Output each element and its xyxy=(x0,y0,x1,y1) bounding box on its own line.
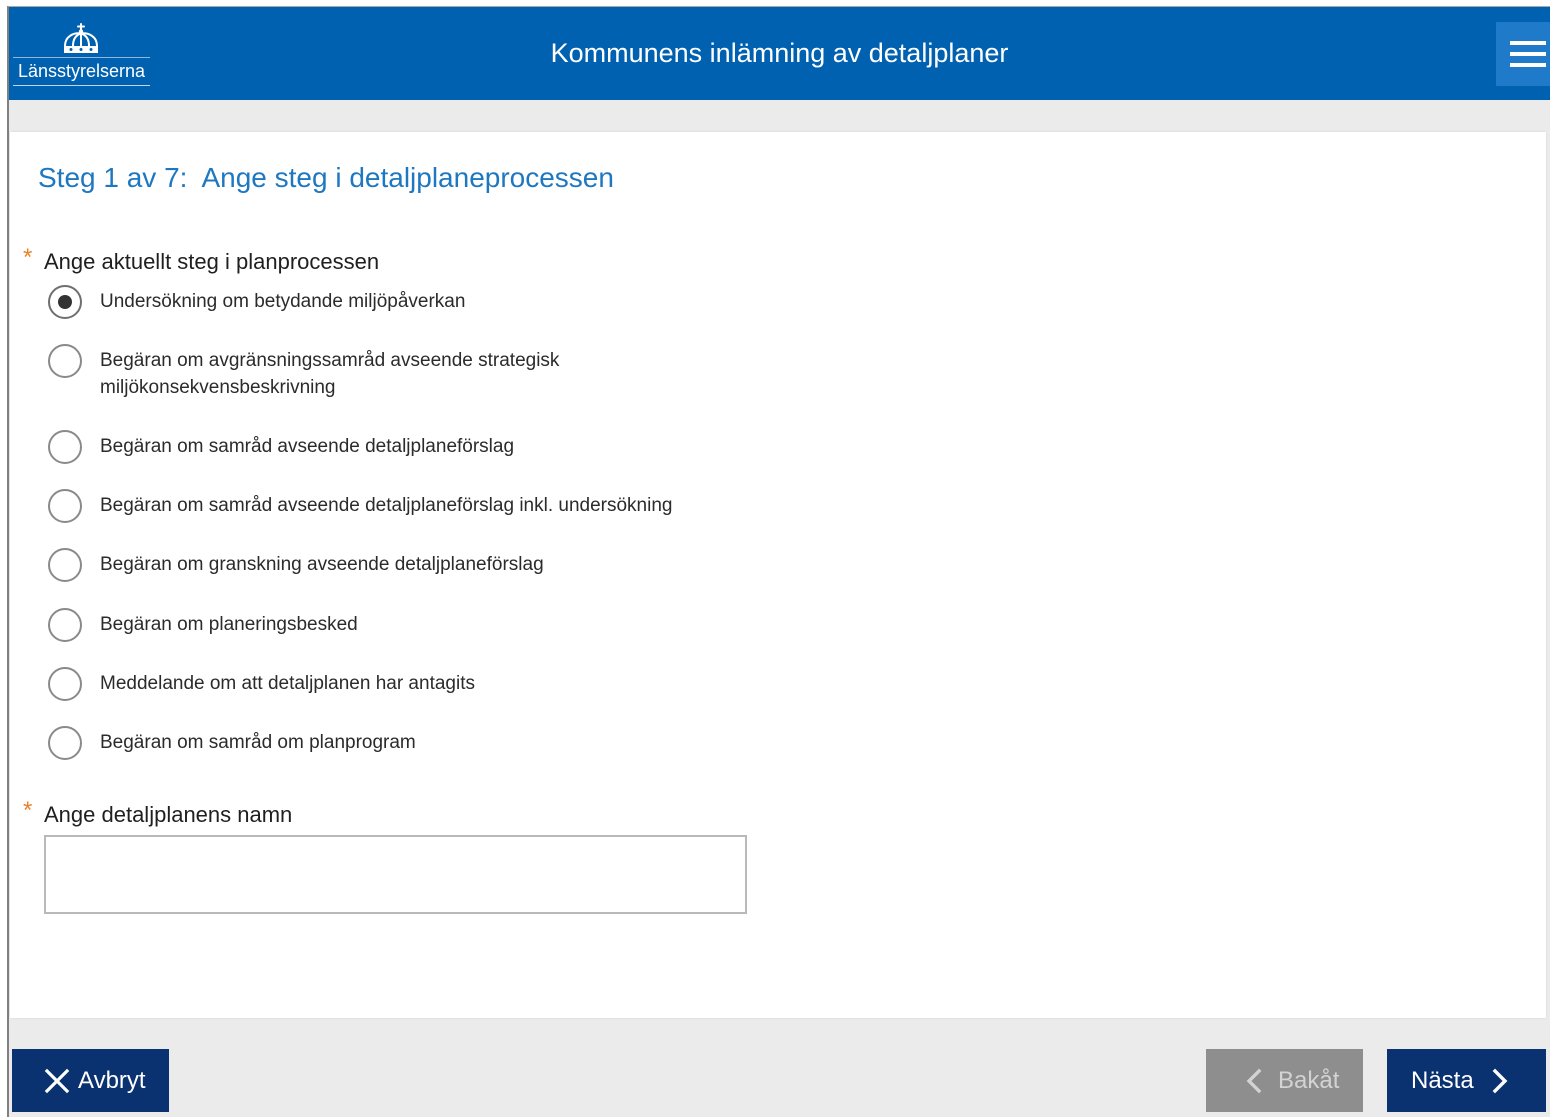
chevron-right-icon xyxy=(1492,1068,1508,1093)
radio-button[interactable] xyxy=(48,344,82,378)
required-marker: * xyxy=(23,244,33,271)
next-button-label: Nästa xyxy=(1411,1066,1474,1094)
chevron-left-icon xyxy=(1246,1068,1262,1093)
plan-name-label: Ange detaljplanens namn xyxy=(44,802,293,827)
radio-option-label[interactable]: Begäran om avgränsningssamråd avseende s… xyxy=(100,344,710,401)
radio-option-label[interactable]: Meddelande om att detaljplanen har antag… xyxy=(100,667,475,697)
app-header: Länsstyrelserna Kommunens inlämning av d… xyxy=(9,7,1550,100)
radio-option-label[interactable]: Begäran om samråd avseende detaljplanefö… xyxy=(100,489,672,519)
radio-button[interactable] xyxy=(48,667,82,701)
radio-button[interactable] xyxy=(48,285,82,319)
radio-button[interactable] xyxy=(48,608,82,642)
menu-bar xyxy=(1510,63,1546,67)
plan-name-input[interactable] xyxy=(44,835,747,914)
menu-bar xyxy=(1510,52,1546,56)
process-step-label: Ange aktuellt steg i planprocessen xyxy=(44,249,380,274)
next-button[interactable]: Nästa xyxy=(1387,1049,1546,1112)
radio-button[interactable] xyxy=(48,489,82,523)
radio-option-label[interactable]: Begäran om samråd om planprogram xyxy=(100,726,416,756)
step-heading: Steg 1 av 7: Ange steg i detaljplaneproc… xyxy=(38,162,614,193)
back-button-label: Bakåt xyxy=(1278,1066,1340,1094)
menu-bar xyxy=(1510,41,1546,45)
radio-option[interactable]: Undersökning om betydande miljöpåverkan xyxy=(48,285,465,319)
cancel-button[interactable]: Avbryt xyxy=(12,1049,169,1112)
radio-option-label[interactable]: Begäran om samråd avseende detaljplanefö… xyxy=(100,430,514,460)
radio-button[interactable] xyxy=(48,430,82,464)
close-icon xyxy=(44,1068,70,1093)
radio-option[interactable]: Begäran om samråd om planprogram xyxy=(48,726,416,760)
page: Länsstyrelserna Kommunens inlämning av d… xyxy=(0,0,1550,1117)
radio-option-label[interactable]: Begäran om planeringsbesked xyxy=(100,608,358,638)
radio-button[interactable] xyxy=(48,548,82,582)
radio-option[interactable]: Begäran om granskning avseende detaljpla… xyxy=(48,548,544,582)
radio-option[interactable]: Begäran om samråd avseende detaljplanefö… xyxy=(48,430,514,464)
radio-option[interactable]: Begäran om avgränsningssamråd avseende s… xyxy=(48,344,710,401)
required-marker: * xyxy=(23,797,33,824)
radio-option-label[interactable]: Undersökning om betydande miljöpåverkan xyxy=(100,285,465,315)
radio-option[interactable]: Begäran om planeringsbesked xyxy=(48,608,358,642)
radio-option[interactable]: Meddelande om att detaljplanen har antag… xyxy=(48,667,475,701)
radio-option-label[interactable]: Begäran om granskning avseende detaljpla… xyxy=(100,548,544,578)
app-title: Kommunens inlämning av detaljplaner xyxy=(550,38,1009,68)
radio-button[interactable] xyxy=(48,726,82,760)
cancel-button-label: Avbryt xyxy=(78,1066,146,1094)
radio-option[interactable]: Begäran om samråd avseende detaljplanefö… xyxy=(48,489,672,523)
back-button[interactable]: Bakåt xyxy=(1206,1049,1363,1112)
hamburger-menu-icon[interactable] xyxy=(1496,22,1550,86)
